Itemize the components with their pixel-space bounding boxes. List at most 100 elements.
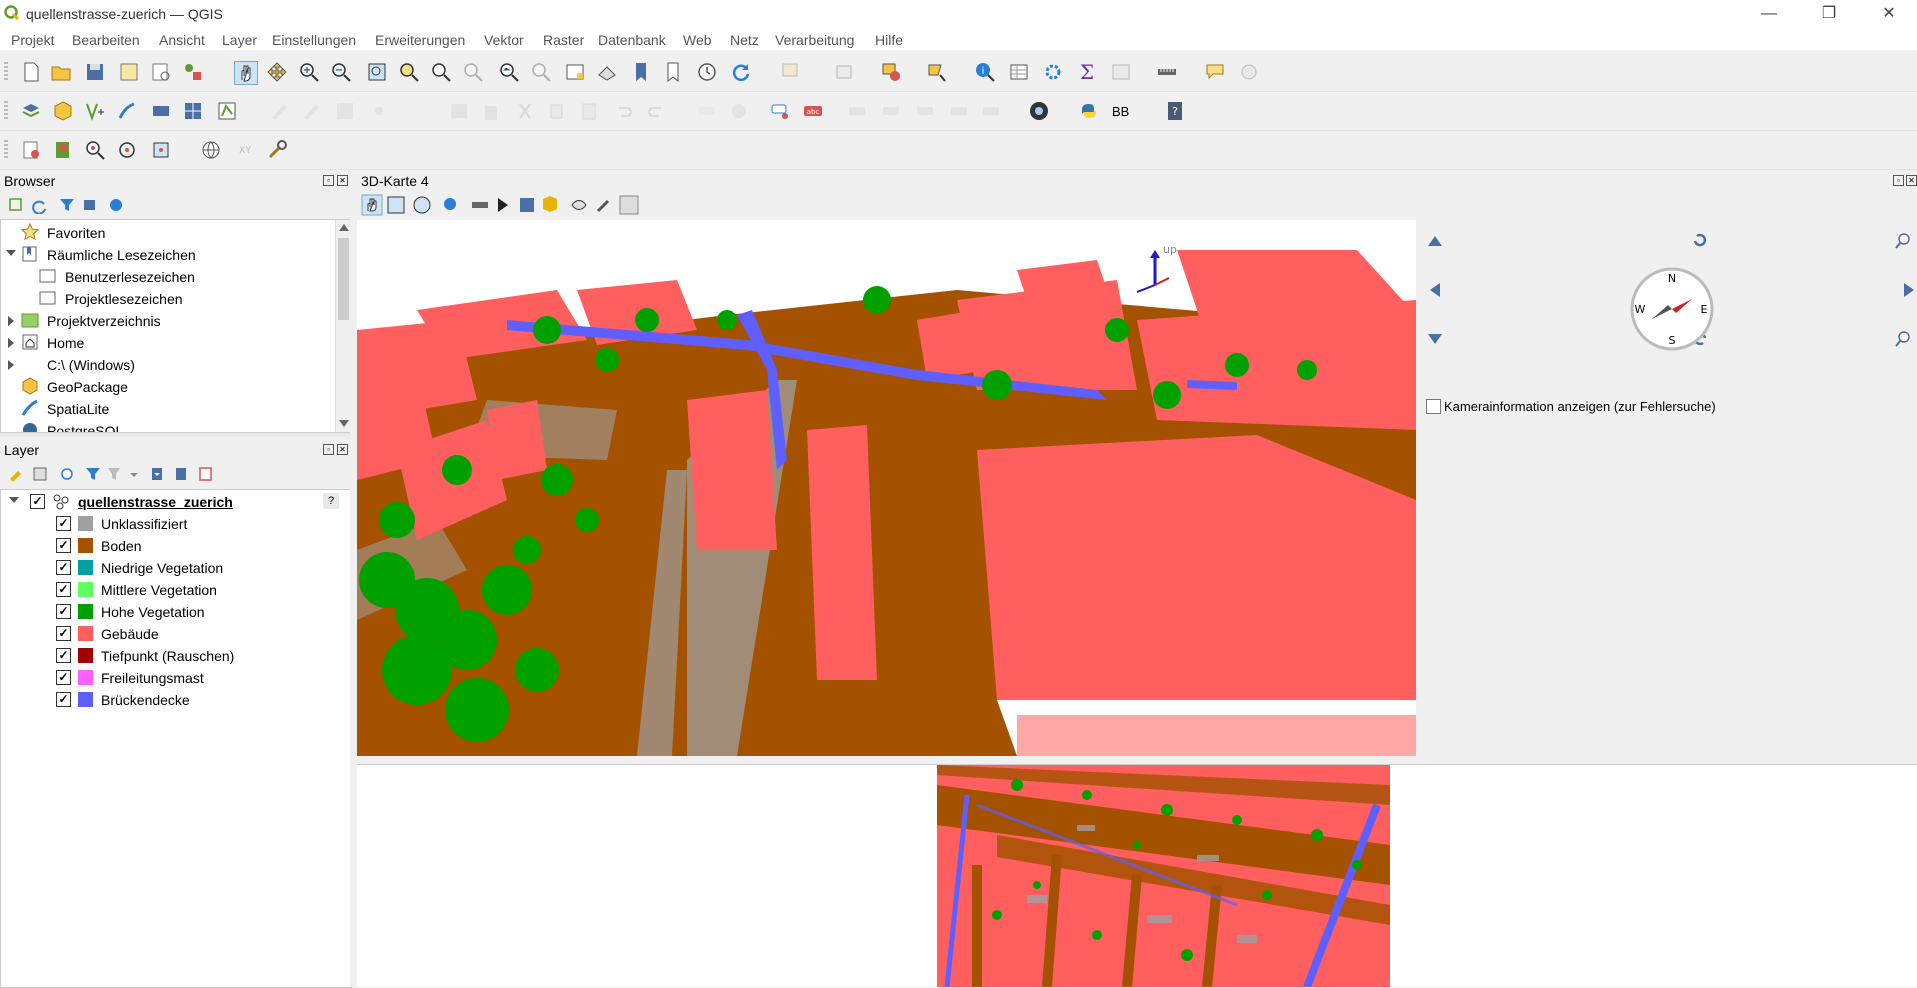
view-splitter[interactable] <box>357 756 1917 764</box>
redo-icon[interactable] <box>646 100 668 122</box>
expand-arrow-icon[interactable] <box>8 316 14 326</box>
layer-class-row[interactable]: ✓ Gebäude <box>1 623 351 645</box>
layer-class-row[interactable]: ✓ Mittlere Vegetation <box>1 579 351 601</box>
extent-frame-icon[interactable] <box>150 139 172 161</box>
attribute-table-icon[interactable] <box>1008 61 1030 83</box>
add-feature-icon[interactable] <box>368 100 390 122</box>
options-menu-icon[interactable] <box>619 195 639 215</box>
identify-features-icon[interactable]: i <box>974 61 996 83</box>
zoom-out-3d-icon[interactable] <box>1894 330 1912 348</box>
toggle-on-screen-nav-icon[interactable] <box>413 196 431 214</box>
save-as-image-icon[interactable] <box>520 198 534 212</box>
menu-netz[interactable]: Netz <box>730 32 759 48</box>
layer-help-icon[interactable]: ? <box>323 493 339 509</box>
browser-item-favoriten[interactable]: Favoriten <box>1 222 351 244</box>
camera-info-checkbox[interactable] <box>1426 399 1441 414</box>
layer-labeling-options-icon[interactable] <box>696 100 718 122</box>
data-source-manager-icon[interactable] <box>20 100 42 122</box>
select-by-location-icon[interactable] <box>926 61 948 83</box>
new-bookmark-icon[interactable] <box>630 61 652 83</box>
identify-3d-icon[interactable] <box>444 198 456 210</box>
pan-right-icon[interactable] <box>1900 281 1917 299</box>
toolbar-handle[interactable] <box>4 62 8 82</box>
label-show-hide-icon[interactable] <box>846 100 868 122</box>
manage-map-themes-icon[interactable] <box>61 468 73 480</box>
toolbar-handle[interactable] <box>4 140 8 160</box>
open-field-calculator-icon[interactable] <box>1110 61 1132 83</box>
map-canvas[interactable] <box>357 764 1917 987</box>
zoom-in-icon[interactable] <box>298 61 320 83</box>
tools-icon[interactable] <box>266 139 288 161</box>
label-rotate-icon[interactable] <box>914 100 936 122</box>
label-pin-icon[interactable] <box>770 100 792 122</box>
expand-all-icon[interactable] <box>152 468 162 480</box>
zoom-last-icon[interactable] <box>498 61 520 83</box>
configure-3d-icon[interactable] <box>596 199 610 213</box>
new-shapefile-layer-icon[interactable] <box>84 100 106 122</box>
vertical-splitter[interactable] <box>350 170 357 986</box>
panel-splitter[interactable] <box>0 433 350 437</box>
add-vector-layer-icon[interactable] <box>216 100 238 122</box>
browser-item-geopackage[interactable]: GeoPackage <box>1 376 351 398</box>
export-3d-scene-icon[interactable] <box>543 196 557 212</box>
class-visibility-checkbox[interactable]: ✓ <box>56 692 71 707</box>
layer-class-row[interactable]: ✓ Freileitungsmast <box>1 667 351 689</box>
menu-vektor[interactable]: Vektor <box>484 32 524 48</box>
new-virtual-layer-icon[interactable] <box>150 100 172 122</box>
class-visibility-checkbox[interactable]: ✓ <box>56 538 71 553</box>
menu-projekt[interactable]: Projekt <box>11 32 55 48</box>
toggle-editing-icon[interactable] <box>300 100 322 122</box>
zoom-native-icon[interactable] <box>462 61 484 83</box>
measure-3d-icon[interactable] <box>472 202 488 208</box>
menu-datenbank[interactable]: Datenbank <box>598 32 666 48</box>
layer-class-row[interactable]: ✓ Brückendecke <box>1 689 351 711</box>
python-console-icon[interactable] <box>1078 100 1100 122</box>
open-layer-styling-icon[interactable] <box>10 471 21 482</box>
menu-web[interactable]: Web <box>683 32 712 48</box>
pan-to-selection-icon[interactable] <box>266 61 288 83</box>
class-visibility-checkbox[interactable]: ✓ <box>56 648 71 663</box>
new-3d-map-view-icon[interactable] <box>596 61 618 83</box>
style-manager-icon[interactable] <box>182 61 204 83</box>
layer-diagram-options-icon[interactable] <box>728 100 750 122</box>
locator-icon[interactable] <box>1238 61 1260 83</box>
menu-bearbeiten[interactable]: Bearbeiten <box>72 32 140 48</box>
undo-icon[interactable] <box>612 100 634 122</box>
select-by-value-icon[interactable] <box>834 61 856 83</box>
minimize-button[interactable]: — <box>1754 4 1784 24</box>
temporal-controller-icon[interactable] <box>696 61 718 83</box>
pan-map-icon[interactable] <box>234 61 258 85</box>
georeferencer-icon[interactable] <box>20 139 42 161</box>
menu-hilfe[interactable]: Hilfe <box>875 32 903 48</box>
layout-manager-icon[interactable] <box>150 61 172 83</box>
remove-layer-icon[interactable] <box>199 467 212 481</box>
select-features-icon[interactable] <box>780 61 802 83</box>
layer-visibility-checkbox[interactable]: ✓ <box>30 494 45 509</box>
add-selected-layers-icon[interactable] <box>9 198 22 211</box>
layer-float-button[interactable]: ▫ <box>323 444 334 455</box>
measure-line-icon[interactable] <box>1156 61 1178 83</box>
zoom-out-icon[interactable] <box>330 61 352 83</box>
modify-attributes-icon[interactable] <box>448 100 470 122</box>
add-raster-layer-icon[interactable] <box>182 100 204 122</box>
browser-item-c-drive[interactable]: C:\ (Windows) <box>1 354 351 376</box>
delete-selected-icon[interactable] <box>480 100 502 122</box>
open-project-icon[interactable] <box>50 61 72 83</box>
3d-map-float-button[interactable]: ▫ <box>1893 175 1904 186</box>
class-visibility-checkbox[interactable]: ✓ <box>56 582 71 597</box>
browser-item-spatialite[interactable]: SpatiaLite <box>1 398 351 420</box>
menu-raster[interactable]: Raster <box>543 32 584 48</box>
paste-features-icon[interactable] <box>578 100 600 122</box>
browser-item-postgresql[interactable]: PostgreSQL <box>1 420 351 432</box>
class-visibility-checkbox[interactable]: ✓ <box>56 626 71 641</box>
menu-layer[interactable]: Layer <box>222 32 257 48</box>
3d-map-canvas[interactable]: up <box>357 220 1416 756</box>
statistical-summary-icon[interactable]: Σ <box>1076 61 1098 83</box>
browser-item-projektlesezeichen[interactable]: Projektlesezeichen <box>1 288 351 310</box>
close-button[interactable]: ✕ <box>1874 4 1904 24</box>
copy-features-icon[interactable] <box>546 100 568 122</box>
save-project-icon[interactable] <box>84 61 106 83</box>
zoom-in-3d-icon[interactable] <box>1894 232 1912 250</box>
tilt-up-icon[interactable] <box>1426 232 1444 250</box>
3d-map-close-button[interactable]: ✕ <box>1906 175 1917 186</box>
